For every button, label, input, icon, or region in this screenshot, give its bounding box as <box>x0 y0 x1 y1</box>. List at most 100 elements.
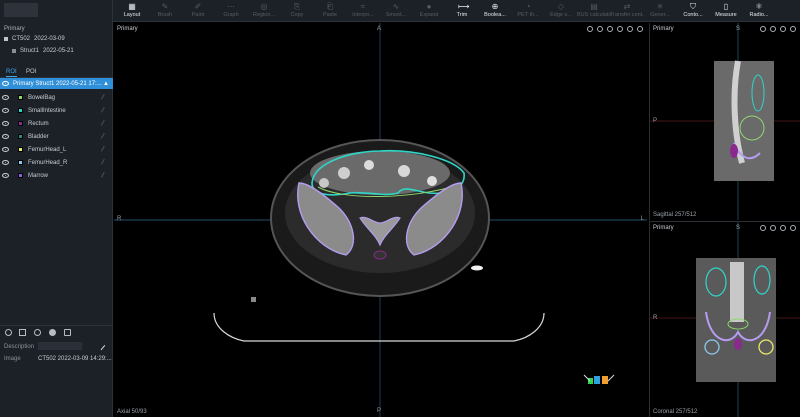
sagittal-viewport[interactable]: Primary S P Sagittal 257/512 <box>649 23 800 220</box>
eye-icon[interactable] <box>2 160 9 165</box>
delete-icon[interactable] <box>64 329 71 336</box>
study-date: 2022-03-09 <box>34 36 65 42</box>
roi-color-swatch[interactable] <box>18 147 23 152</box>
toolbar-layout-button[interactable]: ▦ Layout <box>115 0 149 22</box>
edit-tool-icon[interactable] <box>100 93 110 102</box>
coronal-orient-left: R <box>653 315 658 321</box>
edit-tool-icon[interactable] <box>100 132 110 141</box>
coronal-viewport[interactable]: Primary S R Coronal 257/512 <box>649 221 800 417</box>
toolbar-trim-button[interactable]: ⟼ Trim <box>445 0 479 22</box>
toolbar-expand-button[interactable]: ● Expand <box>412 0 446 22</box>
axial-view-controls <box>587 26 643 32</box>
roi-row[interactable]: Marrow <box>0 169 113 182</box>
coronal-title: Primary <box>653 225 674 231</box>
eye-icon[interactable] <box>2 121 9 126</box>
window-level-icon[interactable] <box>770 26 776 32</box>
edit-tool-icon[interactable] <box>100 158 110 167</box>
roi-row[interactable]: FemurHead_L <box>0 143 113 156</box>
roi-color-swatch[interactable] <box>18 108 23 113</box>
roi-color-swatch[interactable] <box>18 160 23 165</box>
toolbar-edge-button[interactable]: ◇ Edge s... <box>544 0 578 22</box>
fullscreen-icon[interactable] <box>790 225 796 231</box>
toolbar-label: Edge s... <box>550 12 572 18</box>
description-value[interactable] <box>38 342 82 350</box>
toolbar-label: Graph <box>223 12 239 18</box>
eye-icon[interactable] <box>2 173 9 178</box>
roi-row[interactable]: BowelBag <box>0 91 113 104</box>
roi-color-swatch[interactable] <box>18 95 23 100</box>
axial-viewport[interactable]: Primary A P R L Axial 50/93 <box>114 23 647 417</box>
collapse-icon[interactable]: ▲ <box>103 81 109 87</box>
fullscreen-icon[interactable] <box>790 26 796 32</box>
toolbar-label: Smoot... <box>385 12 407 18</box>
toolbar-transfer-button[interactable]: ⇄ Transfer cont... <box>610 0 644 22</box>
study-row[interactable]: CT502 2022-03-09 <box>4 34 65 44</box>
fill-icon[interactable] <box>19 329 26 336</box>
crosshair-icon[interactable] <box>760 225 766 231</box>
toolbar-label: Transfer cont... <box>610 12 644 18</box>
toolbar-graph-button[interactable]: ⋯ Graph <box>214 0 248 22</box>
axial-slice-info: Axial 50/93 <box>117 409 147 415</box>
layout-icon: ▦ <box>128 2 136 11</box>
edit-tool-icon[interactable] <box>100 171 110 180</box>
toolbar-radiomics-button[interactable]: ⚛ Radio... <box>742 0 776 22</box>
pan-hand-icon[interactable] <box>607 26 613 32</box>
fullscreen-icon[interactable] <box>627 26 633 32</box>
tab-poi[interactable]: POI <box>26 67 36 77</box>
generate-icon: ✳ <box>656 2 664 11</box>
toolbar-label: Copy <box>290 12 304 18</box>
roi-row[interactable]: Rectum <box>0 117 113 130</box>
roi-color-swatch[interactable] <box>18 134 23 139</box>
roi-color-swatch[interactable] <box>18 173 23 178</box>
crosshair-icon[interactable] <box>760 26 766 32</box>
edit-tool-icon[interactable] <box>100 119 110 128</box>
tab-roi[interactable]: ROI <box>6 67 17 77</box>
axial-orient-right: L <box>640 216 644 222</box>
opacity-icon[interactable] <box>49 329 56 336</box>
struct-date: 2022-05-21 <box>43 48 74 54</box>
roi-row[interactable]: SmallIntestine <box>0 104 113 117</box>
edit-tool-icon[interactable] <box>100 145 110 154</box>
eye-icon[interactable] <box>2 147 9 152</box>
toolbar-paint-button[interactable]: ✐ Paint <box>181 0 215 22</box>
crosshair-icon[interactable] <box>587 26 593 32</box>
pan-hand-icon[interactable] <box>780 225 786 231</box>
bus-icon: ▤ <box>590 2 598 11</box>
eye-icon[interactable] <box>2 134 9 139</box>
eye-icon[interactable] <box>2 81 9 86</box>
roi-row[interactable]: FemurHead_R <box>0 156 113 169</box>
toolbar-paste-button[interactable]: ⎗ Paste <box>313 0 347 22</box>
toolbar-label: Paste <box>322 12 338 18</box>
toolbar-smooth-button[interactable]: ∿ Smoot... <box>379 0 413 22</box>
toolbar-bus-button[interactable]: ▤BUS calculation <box>577 0 611 22</box>
roi-row[interactable]: Bladder <box>0 130 113 143</box>
toolbar-brush-button[interactable]: ✎ Brush <box>148 0 182 22</box>
struct-set-header[interactable]: Primary Struct1 2022-05-21 17:... ▲ <box>0 78 113 89</box>
edit-tool-icon[interactable] <box>100 106 110 115</box>
toolbar-measure-button[interactable]: ▯ Measure <box>709 0 743 22</box>
toolbar-region-button[interactable]: ◎ Region... <box>247 0 281 22</box>
color-icon[interactable] <box>34 329 41 336</box>
struct-row[interactable]: Struct1 2022-05-21 <box>12 46 74 56</box>
fit-icon[interactable] <box>637 26 643 32</box>
toolbar-interpolate-button[interactable]: ≈ Interpo... <box>346 0 380 22</box>
toolbar-generate-button[interactable]: ✳ Gener... <box>643 0 677 22</box>
toolbar-copy-button[interactable]: ⎘ Copy <box>280 0 314 22</box>
window-level-icon[interactable] <box>770 225 776 231</box>
edge-icon: ◇ <box>557 2 565 11</box>
edit-icon[interactable] <box>96 341 106 351</box>
toolbar-label: Paint <box>191 12 205 18</box>
eye-icon[interactable] <box>2 108 9 113</box>
toolbar-boolean-button[interactable]: ⊕ Boolea... <box>478 0 512 22</box>
pan-hand-icon[interactable] <box>780 26 786 32</box>
eye-icon[interactable] <box>2 95 9 100</box>
toolbar-contour-button[interactable]: ⛉ Conto... <box>676 0 710 22</box>
reset-icon[interactable] <box>617 26 623 32</box>
visibility-icon[interactable] <box>5 329 12 336</box>
toolbar-label: PET th... <box>517 12 539 18</box>
interpolate-icon: ≈ <box>360 2 366 11</box>
roi-color-swatch[interactable] <box>18 121 23 126</box>
paint-icon: ✐ <box>194 2 202 11</box>
toolbar-pet-button[interactable]: ◔ PET th... <box>511 0 545 22</box>
window-level-icon[interactable] <box>597 26 603 32</box>
